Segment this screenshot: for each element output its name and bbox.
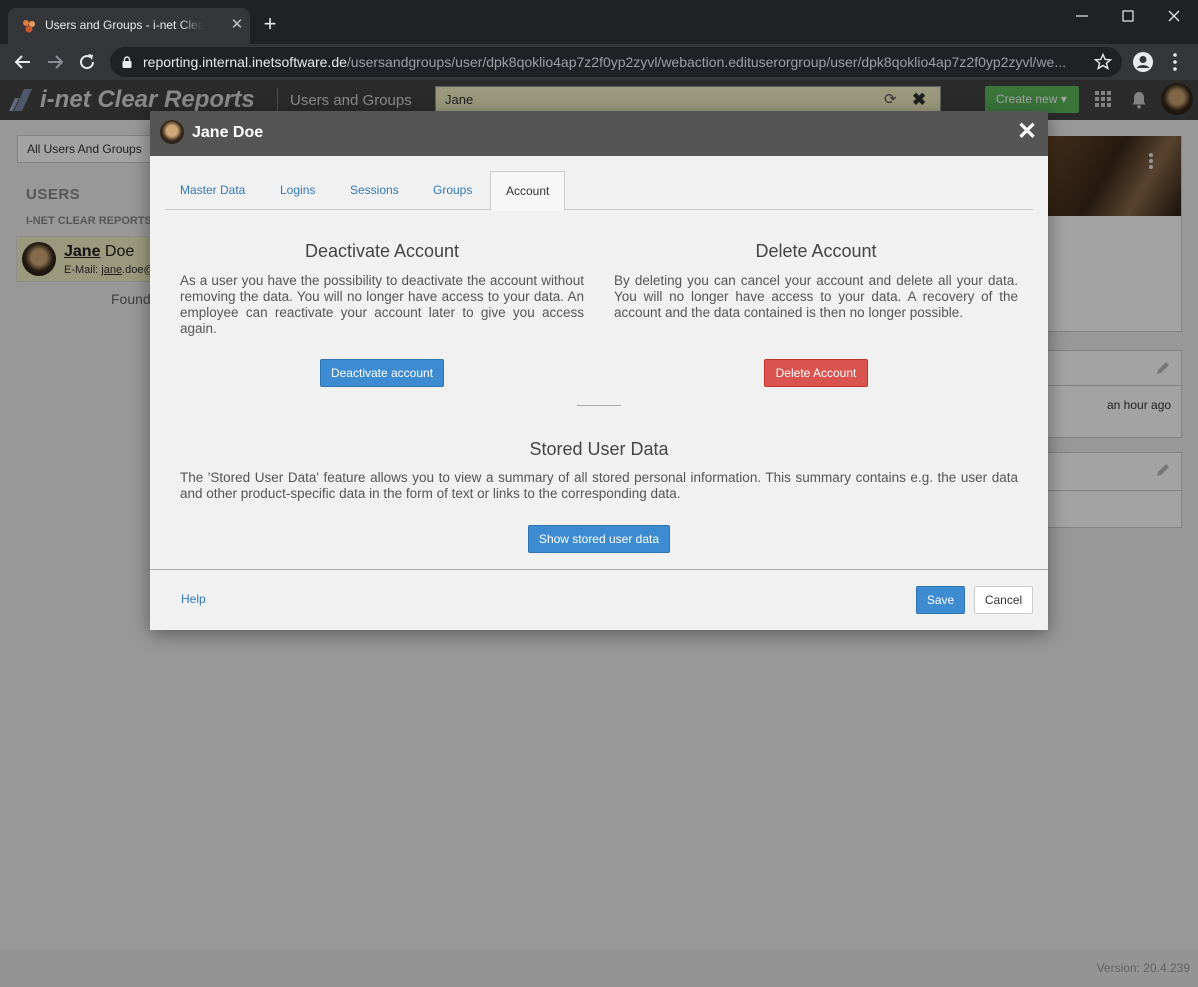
app-favicon-icon [23,20,35,33]
forward-icon[interactable] [43,50,67,74]
avatar [160,120,184,144]
section-divider [577,405,621,406]
tab-logins[interactable]: Logins [265,171,330,210]
deactivate-description: As a user you have the possibility to de… [180,273,584,336]
maximize-icon[interactable] [1118,6,1138,26]
browser-tabstrip: Users and Groups - i-net Clear Reports ✕… [0,0,1198,44]
dialog-footer: Help Save Cancel [150,569,1048,630]
dialog-title: Jane Doe [192,124,264,141]
url-text: reporting.internal.inetsoftware.de/users… [143,54,1067,70]
save-button[interactable]: Save [916,586,965,614]
lock-icon [122,56,132,68]
delete-title: Delete Account [755,241,877,261]
bookmark-star-icon[interactable] [1093,52,1113,72]
stored-data-description: The 'Stored User Data' feature allows yo… [180,470,1018,501]
close-icon[interactable]: ✕ [1017,120,1037,144]
show-stored-data-button[interactable]: Show stored user data [528,525,670,553]
browser-toolbar: reporting.internal.inetsoftware.de/users… [0,44,1198,80]
app-viewport: i-net Clear Reports Users and Groups Jan… [0,80,1198,987]
tab-sessions[interactable]: Sessions [335,171,414,210]
edit-user-dialog: Jane Doe ✕ Master Data Logins Sessions G… [150,111,1048,630]
tab-master-data[interactable]: Master Data [165,171,260,210]
delete-description: By deleting you can cancel your account … [614,273,1018,320]
cancel-button[interactable]: Cancel [974,586,1033,614]
browser-tab[interactable]: Users and Groups - i-net Clear Reports ✕ [8,8,250,44]
delete-account-button[interactable]: Delete Account [764,359,868,387]
help-link[interactable]: Help [181,592,206,606]
window-close-icon[interactable] [1164,6,1184,26]
minimize-icon[interactable] [1072,6,1092,26]
profile-icon[interactable] [1131,50,1155,74]
dialog-tabs: Master Data Logins Sessions Groups Accou… [165,171,1033,211]
new-tab-icon[interactable]: + [260,13,280,35]
deactivate-title: Deactivate Account [304,241,460,261]
tab-account[interactable]: Account [490,171,566,211]
address-bar[interactable]: reporting.internal.inetsoftware.de/users… [110,47,1122,77]
reload-icon[interactable] [75,50,99,74]
deactivate-account-button[interactable]: Deactivate account [320,359,444,387]
dialog-header: Jane Doe ✕ [150,111,1048,156]
tab-close-icon[interactable]: ✕ [228,16,246,34]
browser-menu-icon[interactable] [1163,50,1187,74]
browser-tab-title: Users and Groups - i-net Clear Reports [45,18,203,32]
stored-data-title: Stored User Data [529,439,669,459]
tab-groups[interactable]: Groups [418,171,487,210]
back-icon[interactable] [11,50,35,74]
